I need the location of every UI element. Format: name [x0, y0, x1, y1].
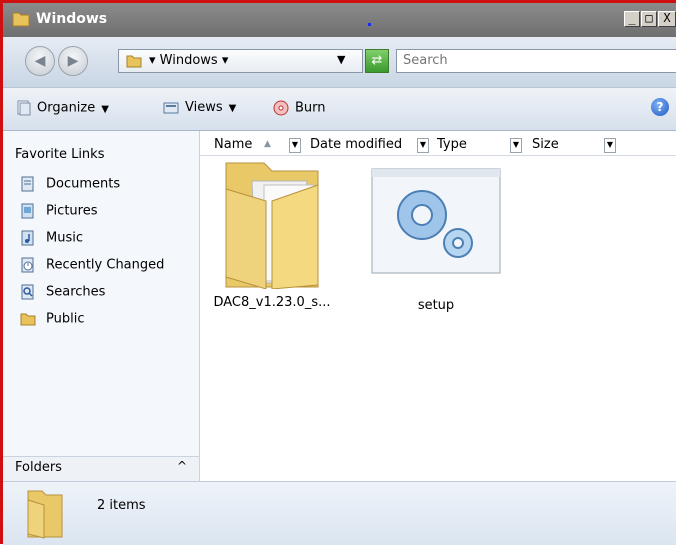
chevron-down-icon: ▼ — [228, 103, 237, 114]
address-box[interactable]: ▾ Windows ▾ ▼ — [118, 49, 363, 73]
stray-dot — [368, 23, 371, 26]
column-header-row: Name ▲ ▼ Date modified ▼ Type ▼ Size ▼ — [200, 135, 676, 156]
folder-icon — [126, 55, 142, 68]
recently-changed-icon — [21, 257, 34, 273]
folders-toggle[interactable]: Folders ^ — [3, 456, 200, 482]
organize-icon — [17, 100, 31, 116]
favorite-links-header: Favorite Links — [15, 147, 105, 162]
chevron-down-icon: ▼ — [101, 103, 109, 115]
column-filter-dropdown-icon[interactable]: ▼ — [289, 138, 301, 153]
folder-icon — [225, 162, 319, 290]
sidebar-item-label: Searches — [46, 284, 106, 300]
item-count: 2 items — [97, 498, 146, 513]
column-header-name[interactable]: Name ▲ ▼ — [214, 135, 301, 155]
column-header-type[interactable]: Type ▼ — [437, 135, 522, 155]
column-header-size[interactable]: Size ▼ — [532, 135, 616, 155]
sidebar-item-label: Public — [46, 311, 85, 327]
search-input[interactable] — [397, 50, 669, 71]
column-date-label: Date modified — [310, 137, 403, 152]
refresh-icon: ⇄ — [371, 53, 383, 68]
sidebar-item-label: Music — [46, 230, 83, 246]
sidebar-item-music[interactable]: Music — [20, 230, 83, 250]
command-bar: Organize ▼ Views ▼ Burn ? — [3, 88, 676, 131]
chevron-up-icon: ^ — [177, 459, 188, 473]
search-box[interactable] — [396, 49, 676, 73]
file-name: setup — [417, 298, 455, 313]
sidebar-item-label: Pictures — [46, 203, 98, 219]
burn-label: Burn — [295, 100, 326, 116]
views-icon — [163, 102, 179, 113]
burn-disc-icon — [273, 100, 289, 116]
column-filter-dropdown-icon[interactable]: ▼ — [417, 138, 429, 153]
file-list-pane[interactable]: Name ▲ ▼ Date modified ▼ Type ▼ Size ▼ D… — [200, 131, 676, 481]
music-icon — [21, 230, 34, 246]
breadcrumb-arrow-icon: ▾ — [221, 53, 229, 68]
organize-button[interactable]: Organize ▼ — [17, 100, 109, 116]
setup-gears-icon — [371, 168, 501, 274]
minimize-button[interactable]: _ — [624, 11, 640, 27]
column-name-label: Name — [214, 137, 253, 152]
pictures-icon — [21, 203, 34, 219]
public-folder-icon — [20, 313, 36, 326]
file-item-folder[interactable]: DAC8_v1.23.0_s... — [212, 159, 332, 310]
forward-arrow-icon: ▶ — [67, 53, 79, 69]
column-type-label: Type — [437, 137, 467, 152]
window-title: Windows — [36, 11, 108, 27]
column-filter-dropdown-icon[interactable]: ▼ — [510, 138, 522, 153]
refresh-button[interactable]: ⇄ — [365, 49, 389, 73]
breadcrumb-arrow-icon: ▾ — [149, 53, 156, 68]
sidebar-item-public[interactable]: Public — [20, 311, 84, 331]
folders-label: Folders — [15, 460, 62, 475]
maximize-button[interactable]: □ — [641, 11, 657, 27]
searches-icon — [21, 284, 34, 300]
views-label: Views — [185, 100, 223, 115]
column-size-label: Size — [532, 137, 559, 152]
folder-icon — [12, 12, 30, 27]
back-arrow-icon: ◀ — [34, 53, 46, 69]
title-bar[interactable]: Windows _ □ X — [3, 3, 676, 37]
file-name: DAC8_v1.23.0_s... — [213, 295, 331, 310]
navigation-pane: Favorite Links Documents Pictures Music … — [3, 131, 200, 456]
column-filter-dropdown-icon[interactable]: ▼ — [604, 138, 616, 153]
views-button[interactable]: Views ▼ — [163, 100, 236, 115]
sidebar-item-pictures[interactable]: Pictures — [20, 203, 97, 223]
column-header-date-modified[interactable]: Date modified ▼ — [310, 135, 429, 155]
file-item-setup[interactable]: setup — [370, 167, 502, 313]
details-pane: 2 items — [3, 481, 676, 545]
sort-ascending-icon: ▲ — [264, 139, 271, 149]
sidebar-item-label: Recently Changed — [46, 257, 165, 273]
sidebar-item-recently-changed[interactable]: Recently Changed — [20, 257, 164, 277]
help-icon[interactable]: ? — [651, 98, 669, 116]
sidebar-item-label: Documents — [46, 176, 121, 192]
documents-icon — [21, 176, 34, 192]
burn-button[interactable]: Burn — [273, 100, 326, 116]
address-bar-row: ◀ ▶ ▾ Windows ▾ ▼ ⇄ — [3, 37, 676, 88]
back-button[interactable]: ◀ — [25, 46, 55, 76]
folder-icon — [27, 490, 63, 539]
breadcrumb[interactable]: ▾ Windows ▾ — [149, 53, 228, 68]
forward-button[interactable]: ▶ — [58, 46, 88, 76]
sidebar-item-documents[interactable]: Documents — [20, 176, 120, 196]
breadcrumb-windows: Windows — [159, 53, 218, 68]
address-dropdown-icon[interactable]: ▼ — [337, 53, 345, 66]
organize-label: Organize — [37, 100, 96, 116]
close-button[interactable]: X — [658, 11, 676, 27]
sidebar-item-searches[interactable]: Searches — [20, 284, 105, 304]
